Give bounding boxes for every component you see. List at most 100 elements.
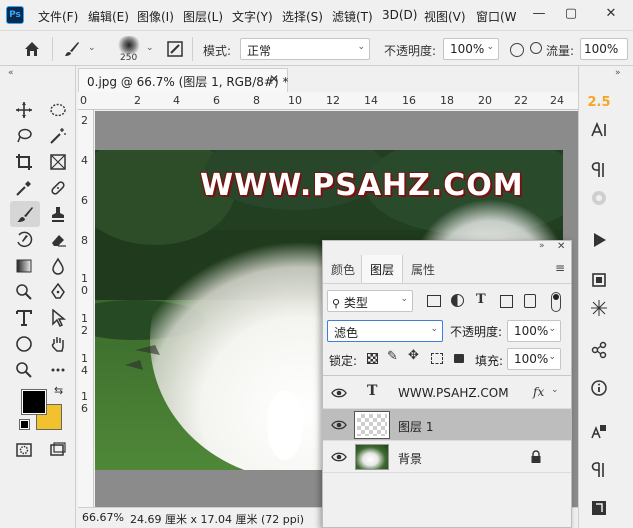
menu-layer[interactable]: 图层(L) (183, 8, 223, 25)
document-tab[interactable]: 0.jpg @ 66.7% (图层 1, RGB/8#) * ✕ (78, 68, 288, 92)
filter-adjustment-icon[interactable] (451, 294, 464, 307)
lasso-tool-icon[interactable] (12, 124, 36, 148)
filter-smart-object-icon[interactable] (524, 294, 536, 308)
collapse-panel-icon[interactable]: » (539, 241, 545, 251)
history-brush-icon[interactable] (12, 228, 36, 252)
flow-input[interactable]: 100% (580, 38, 628, 60)
quick-mask-icon[interactable] (12, 438, 36, 462)
magic-wand-icon[interactable] (46, 124, 70, 148)
paragraph-panel-icon[interactable] (586, 158, 612, 182)
menu-filter[interactable]: 滤镜(T) (332, 8, 373, 25)
brush-preset-icon[interactable] (60, 37, 84, 61)
menu-image[interactable]: 图像(I) (137, 8, 174, 25)
brush-settings-icon[interactable] (163, 37, 187, 61)
layer-name[interactable]: 图层 1 (398, 418, 433, 435)
more-tools-icon[interactable] (46, 358, 70, 382)
layer-filter-select[interactable]: ⚲ 类型 ⌄ (327, 290, 413, 312)
lock-position-icon[interactable]: ✥ (408, 348, 419, 363)
menu-3d[interactable]: 3D(D) (382, 8, 417, 22)
glyphs-panel-icon[interactable] (586, 420, 612, 444)
menu-edit[interactable]: 编辑(E) (88, 8, 129, 25)
chevron-down-icon[interactable]: ⌄ (551, 385, 559, 395)
layer-name[interactable]: 背景 (398, 450, 422, 467)
home-icon[interactable] (20, 37, 44, 61)
lock-artboard-icon[interactable] (431, 353, 443, 364)
paths-panel-icon[interactable] (586, 338, 612, 362)
lock-pixels-icon[interactable]: ✎ (387, 349, 398, 364)
lock-transparency-icon[interactable] (367, 353, 378, 364)
visibility-eye-icon[interactable] (331, 449, 347, 465)
chevron-down-icon[interactable]: ⌄ (146, 43, 154, 53)
tab-layers[interactable]: 图层 (361, 255, 404, 283)
search-icon[interactable] (530, 42, 542, 54)
layer-row-background[interactable]: 背景 (323, 441, 571, 473)
artboard-panel-icon[interactable] (586, 268, 612, 292)
blend-mode-select[interactable]: 滤色 ⌄ (327, 320, 443, 342)
chevron-down-icon[interactable]: ⌄ (88, 43, 96, 53)
filter-pixel-icon[interactable] (427, 295, 441, 307)
dodge-tool-icon[interactable] (12, 280, 36, 304)
frame-tool-icon[interactable] (46, 150, 70, 174)
marquee-tool-icon[interactable] (46, 98, 70, 122)
tab-properties[interactable]: 属性 (403, 255, 443, 283)
foreground-color-swatch[interactable] (21, 389, 47, 415)
hand-tool-icon[interactable] (46, 332, 70, 356)
collapse-icon[interactable]: « (8, 68, 14, 78)
effects-badge[interactable]: fx (533, 385, 544, 399)
pressure-opacity-icon[interactable] (510, 43, 524, 57)
expand-panels-icon[interactable]: » (615, 68, 621, 78)
layer-row-text[interactable]: T WWW.PSAHZ.COM fx ⌄ (323, 377, 571, 409)
mode-select[interactable]: 正常 ⌄ (240, 38, 370, 60)
fill-input[interactable]: 100% ⌄ (507, 348, 561, 370)
lock-all-icon[interactable] (454, 354, 464, 363)
stamp-tool-icon[interactable] (46, 202, 70, 226)
healing-brush-icon[interactable] (46, 176, 70, 200)
menu-type[interactable]: 文字(Y) (232, 8, 273, 25)
menu-window[interactable]: 窗口(W (476, 8, 517, 25)
close-panel-icon[interactable]: ✕ (557, 241, 565, 252)
filter-toggle[interactable] (551, 292, 561, 312)
menu-view[interactable]: 视图(V) (424, 8, 466, 25)
opacity-input[interactable]: 100% ⌄ (443, 38, 499, 60)
close-icon[interactable]: ✕ (269, 72, 279, 86)
menu-select[interactable]: 选择(S) (282, 8, 323, 25)
path-select-icon[interactable] (46, 306, 70, 330)
screen-mode-icon[interactable] (46, 438, 70, 462)
layer-name[interactable]: WWW.PSAHZ.COM (398, 386, 509, 400)
eyedropper-tool-icon[interactable] (12, 176, 36, 200)
swatches-panel-icon[interactable] (586, 186, 612, 210)
filter-shape-icon[interactable] (500, 295, 513, 308)
lock-icon[interactable] (530, 450, 542, 464)
zoom-tool-icon[interactable] (12, 358, 36, 382)
move-tool-icon[interactable] (12, 98, 36, 122)
default-colors-icon[interactable] (19, 419, 30, 430)
character-styles-icon[interactable] (586, 458, 612, 482)
tab-color[interactable]: 颜色 (323, 255, 363, 283)
layer-row-layer1[interactable]: 图层 1 (323, 409, 571, 441)
info-panel-icon[interactable] (586, 376, 612, 400)
play-action-icon[interactable] (586, 228, 612, 252)
brush-tip-preview[interactable] (116, 36, 142, 54)
zoom-level[interactable]: 66.67% (82, 511, 124, 524)
gradient-tool-icon[interactable] (12, 254, 36, 278)
paragraph-styles-icon[interactable] (586, 496, 612, 520)
menu-file[interactable]: 文件(F) (38, 8, 78, 25)
brushes-panel-icon[interactable] (586, 296, 612, 320)
visibility-eye-icon[interactable] (331, 385, 347, 401)
layer-opacity-input[interactable]: 100% ⌄ (507, 320, 561, 342)
version-badge[interactable]: 2.5 (586, 90, 612, 114)
minimize-button[interactable]: — (524, 4, 554, 24)
pen-tool-icon[interactable] (46, 280, 70, 304)
close-window-button[interactable]: ✕ (596, 4, 626, 24)
filter-type-icon[interactable]: T (476, 292, 486, 307)
visibility-eye-icon[interactable] (331, 417, 347, 433)
brush-tool-icon[interactable] (10, 201, 40, 227)
panel-menu-icon[interactable]: ≡ (555, 261, 565, 275)
restore-button[interactable]: ▢ (556, 4, 586, 24)
blur-tool-icon[interactable] (46, 254, 70, 278)
eraser-tool-icon[interactable] (46, 228, 70, 252)
ellipse-tool-icon[interactable] (12, 332, 36, 356)
character-panel-icon[interactable] (586, 118, 612, 142)
swap-colors-icon[interactable]: ⇆ (54, 384, 63, 397)
crop-tool-icon[interactable] (12, 150, 36, 174)
